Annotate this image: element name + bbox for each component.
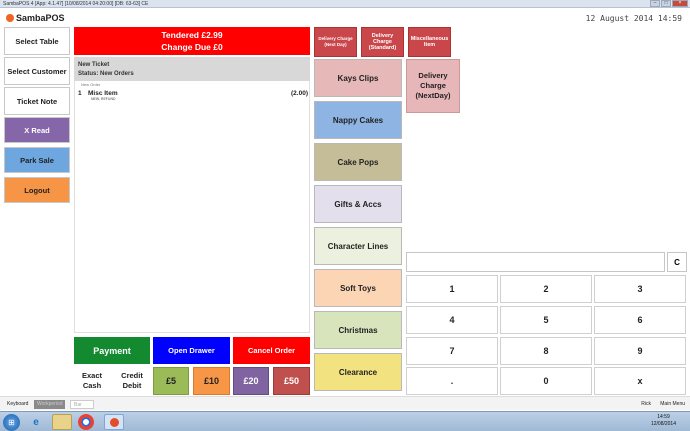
maximize-button[interactable]: □ bbox=[661, 0, 671, 7]
start-orb-icon[interactable]: ⊞ bbox=[3, 414, 20, 431]
sambapos-taskbar-icon[interactable] bbox=[104, 414, 124, 430]
park-sale-button[interactable]: Park Sale bbox=[4, 147, 70, 173]
system-clock[interactable]: 14:59 12/08/2014 bbox=[651, 414, 676, 428]
logo-text: SambaPOS bbox=[16, 13, 65, 23]
samba-logo-icon bbox=[6, 14, 14, 22]
date-display: 12 August 2014 14:59 bbox=[585, 14, 682, 23]
window-title: SambaPOS 4 [App: 4.1.47] [10/08/2014 04:… bbox=[3, 1, 149, 7]
internet-explorer-icon[interactable]: e bbox=[26, 414, 46, 430]
numpad-key-8[interactable]: 8 bbox=[500, 337, 592, 365]
x-read-button[interactable]: X Read bbox=[4, 117, 70, 143]
category-character-lines[interactable]: Character Lines bbox=[314, 227, 402, 265]
ticket-title: New Ticket bbox=[78, 62, 110, 68]
order-price: (2.00) bbox=[291, 90, 308, 97]
numpad-clear-button[interactable]: C bbox=[667, 252, 687, 272]
new-order-label: New Order bbox=[81, 82, 101, 87]
order-qty: 1 bbox=[78, 90, 82, 97]
product-delivery-charge-nextday[interactable]: Delivery Charge (NextDay) bbox=[406, 59, 460, 113]
numpad-key-5[interactable]: 5 bbox=[500, 306, 592, 334]
explorer-folder-icon[interactable] bbox=[52, 414, 72, 430]
logout-button[interactable]: Logout bbox=[4, 177, 70, 203]
fifty-pound-button[interactable]: £50 bbox=[273, 367, 310, 395]
current-user: Rick bbox=[641, 401, 651, 407]
samba-apple-icon bbox=[109, 417, 119, 427]
numpad-key-3[interactable]: 3 bbox=[594, 275, 686, 303]
change-due: Change Due £0 bbox=[161, 42, 223, 52]
numpad-key-0[interactable]: 0 bbox=[500, 367, 592, 395]
category-soft-toys[interactable]: Soft Toys bbox=[314, 269, 402, 307]
main-menu-button[interactable]: Main Menu bbox=[657, 400, 688, 409]
miscellaneous-item[interactable]: Miscellaneous Item bbox=[408, 27, 451, 57]
numpad-key-1[interactable]: 1 bbox=[406, 275, 498, 303]
workperiod-button[interactable]: Workperiod bbox=[34, 400, 66, 409]
numpad-key-dot[interactable]: . bbox=[406, 367, 498, 395]
numpad-key-2[interactable]: 2 bbox=[500, 275, 592, 303]
select-table-button[interactable]: Select Table bbox=[4, 27, 70, 55]
open-drawer-button[interactable]: Open Drawer bbox=[153, 337, 230, 364]
exact-cash-button[interactable]: Exact Cash bbox=[74, 367, 110, 395]
order-tags: NEW, REFUND bbox=[91, 97, 116, 101]
bar-button[interactable]: Bar bbox=[70, 400, 94, 409]
chrome-icon[interactable] bbox=[78, 414, 94, 430]
category-christmas[interactable]: Christmas bbox=[314, 311, 402, 349]
category-clearance[interactable]: Clearance bbox=[314, 353, 402, 391]
ticket-status: Status: New Orders bbox=[78, 71, 134, 77]
numpad-key-4[interactable]: 4 bbox=[406, 306, 498, 334]
window-title-bar: SambaPOS 4 [App: 4.1.47] [10/08/2014 04:… bbox=[0, 0, 690, 8]
five-pound-button[interactable]: £5 bbox=[153, 367, 189, 395]
app-logo: SambaPOS bbox=[6, 12, 65, 24]
ticket-orders-list: New Order 1 Misc Item (2.00) NEW, REFUND bbox=[74, 81, 310, 333]
cancel-order-button[interactable]: Cancel Order bbox=[233, 337, 310, 364]
ticket-header: New Ticket Status: New Orders bbox=[74, 57, 310, 81]
category-cake-pops[interactable]: Cake Pops bbox=[314, 143, 402, 181]
numpad-key-7[interactable]: 7 bbox=[406, 337, 498, 365]
tendered-banner: Tendered £2.99 Change Due £0 bbox=[74, 27, 310, 55]
minimize-button[interactable]: – bbox=[650, 0, 660, 7]
clock-date: 12/08/2014 bbox=[650, 421, 676, 427]
ticket-note-button[interactable]: Ticket Note bbox=[4, 87, 70, 115]
windows-taskbar: ⊞ e 14:59 12/08/2014 bbox=[0, 411, 690, 431]
twenty-pound-button[interactable]: £20 bbox=[233, 367, 269, 395]
delivery-standard-item[interactable]: Delivery Charge (Standard) bbox=[361, 27, 404, 57]
clock-time: 14:59 bbox=[657, 414, 670, 420]
delivery-next-day-item[interactable]: Delivery Charge (Next Day) bbox=[314, 27, 357, 57]
payment-button[interactable]: Payment bbox=[74, 337, 150, 364]
credit-debit-button[interactable]: Credit Debit bbox=[113, 367, 151, 395]
category-nappy-cakes[interactable]: Nappy Cakes bbox=[314, 101, 402, 139]
keyboard-button[interactable]: Keyboard bbox=[4, 400, 31, 409]
close-button[interactable]: × bbox=[672, 0, 688, 7]
tendered-amount: Tendered £2.99 bbox=[161, 30, 223, 40]
category-gifts-accs[interactable]: Gifts & Accs bbox=[314, 185, 402, 223]
numpad-key-x[interactable]: x bbox=[594, 367, 686, 395]
numpad-display[interactable] bbox=[406, 252, 665, 272]
numpad-key-9[interactable]: 9 bbox=[594, 337, 686, 365]
category-kays-clips[interactable]: Kays Clips bbox=[314, 59, 402, 97]
order-name: Misc Item bbox=[88, 90, 118, 97]
bottom-status-bar: Keyboard Workperiod Bar Rick Main Menu bbox=[0, 396, 690, 410]
select-customer-button[interactable]: Select Customer bbox=[4, 57, 70, 85]
ten-pound-button[interactable]: £10 bbox=[193, 367, 230, 395]
numpad-key-6[interactable]: 6 bbox=[594, 306, 686, 334]
